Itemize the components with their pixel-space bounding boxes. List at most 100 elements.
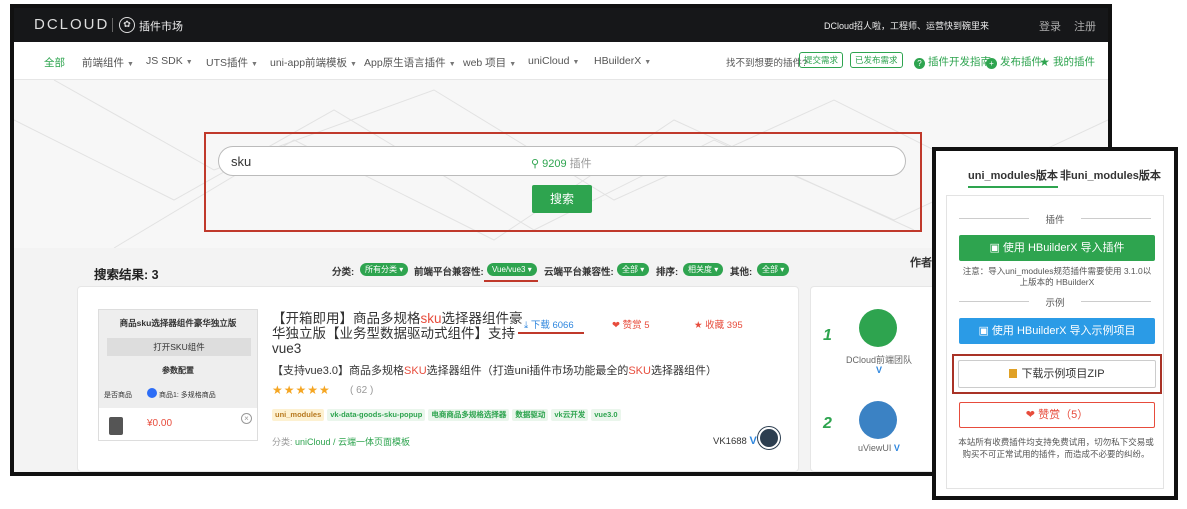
import-plugin-button[interactable]: ▣ 使用 HBuilderX 导入插件 xyxy=(959,235,1155,261)
login-link[interactable]: 登录 xyxy=(1039,18,1061,34)
plugin-market-icon: ✿ xyxy=(119,17,135,33)
dev-guide-link[interactable]: ? 插件开发指南 xyxy=(914,54,991,69)
nav-frontend-components[interactable]: 前端组件 ▼ xyxy=(82,55,134,70)
zip-icon xyxy=(1009,369,1018,378)
filter-sort-dropdown[interactable]: 相关度 ▾ xyxy=(683,263,724,276)
plugin-author[interactable]: VK1688 V xyxy=(713,435,757,447)
verified-icon: V xyxy=(749,435,757,447)
author-rank: 1 xyxy=(823,327,832,344)
nav-label: uni-app前端模板 xyxy=(270,57,348,69)
filter-cloud-label: 云端平台兼容性: xyxy=(544,267,614,278)
submit-need-button[interactable]: 提交需求 xyxy=(799,52,844,68)
plugin-thumbnail[interactable]: 商品sku选择器组件豪华独立版 打开SKU组件 参数配置 是否商品 商品1: 多… xyxy=(98,309,258,441)
close-icon: × xyxy=(241,413,252,424)
favorite-count[interactable]: ★ 收藏 395 xyxy=(694,317,743,331)
product-image-icon xyxy=(109,417,123,435)
plugin-count-number: 9209 xyxy=(542,158,567,170)
tag[interactable]: 电商商品多规格选择器 xyxy=(428,409,510,421)
author-logo[interactable] xyxy=(859,309,897,347)
filter-category-dropdown[interactable]: 所有分类 ▾ xyxy=(360,263,409,276)
nav-uniapp-templates[interactable]: uni-app前端模板 ▼ xyxy=(270,55,357,70)
title-part: 【开箱即用】商品多规格 xyxy=(272,311,421,326)
recruit-link[interactable]: DCloud招人啦，工程师、运营快到碗里来 xyxy=(824,19,989,32)
filter-frontend-dropdown[interactable]: Vue/vue3 ▾ xyxy=(487,263,537,276)
nav-label: web 项目 xyxy=(463,57,507,69)
my-plugins-link[interactable]: ★ 我的插件 xyxy=(1039,54,1095,69)
caret-down-icon: ▼ xyxy=(350,61,357,68)
filter-other-label: 其他: xyxy=(730,267,753,278)
heart-icon: ❤ xyxy=(612,320,620,331)
thumb-title: 商品sku选择器组件豪华独立版 xyxy=(119,318,237,328)
filter-value: 全部 xyxy=(762,265,778,274)
nav-unicloud[interactable]: uniCloud ▼ xyxy=(528,55,579,67)
download-icon: ⤓ xyxy=(524,320,529,331)
results-count: 搜索结果: 3 xyxy=(94,268,159,282)
tag[interactable]: vue3.0 xyxy=(591,409,621,421)
nav-label: JS SDK xyxy=(146,55,183,67)
nav-hbuilderx[interactable]: HBuilderX ▼ xyxy=(594,55,651,67)
star-icon: ★ xyxy=(1039,55,1050,69)
dcloud-logo[interactable]: DCLOUD xyxy=(34,16,109,33)
nav-web-projects[interactable]: web 项目 ▼ xyxy=(463,55,516,70)
thumb-open-button: 打开SKU组件 xyxy=(107,338,251,356)
nav-label: 前端组件 xyxy=(82,57,124,69)
desc-highlight: SKU xyxy=(628,365,651,377)
star-icon: ★ xyxy=(694,320,703,331)
category-link[interactable]: uniCloud / 云端一体页面模板 xyxy=(295,437,410,447)
plugin-description: 【支持vue3.0】商品多规格SKU选择器组件（打造uni插件市场功能最全的SK… xyxy=(272,362,717,378)
tag[interactable]: uni_modules xyxy=(272,409,325,421)
rating-stars: ★★★★★ xyxy=(272,383,331,397)
tab-uni-modules[interactable]: uni_modules版本 xyxy=(968,167,1058,188)
thumb-config: 参数配置 xyxy=(162,366,194,375)
import-example-button[interactable]: ▣ 使用 HBuilderX 导入示例项目 xyxy=(959,318,1155,344)
tab-non-uni-modules[interactable]: 非uni_modules版本 xyxy=(1060,167,1161,183)
search-annotation-frame: sku ⚲ 9209 插件 搜索 xyxy=(204,132,922,232)
dev-guide-label: 插件开发指南 xyxy=(928,56,991,68)
caret-down-icon: ▼ xyxy=(251,61,258,68)
heart-icon: ❤ xyxy=(1025,409,1036,421)
tag[interactable]: 数据驱动 xyxy=(512,409,549,421)
publish-plugin-link[interactable]: + 发布插件 xyxy=(986,54,1042,69)
thumb-price: ¥0.00 xyxy=(147,418,173,429)
nav-uts-plugins[interactable]: UTS插件 ▼ xyxy=(206,55,258,70)
nav-js-sdk[interactable]: JS SDK ▼ xyxy=(146,55,193,67)
download-zip-button[interactable]: 下载示例项目ZIP xyxy=(958,360,1156,388)
search-button[interactable]: 搜索 xyxy=(532,185,592,213)
tag[interactable]: vk-data-goods-sku-popup xyxy=(327,409,426,421)
nav-all[interactable]: 全部 xyxy=(44,55,65,70)
nav-native-plugins[interactable]: App原生语言插件 ▼ xyxy=(364,55,456,70)
register-link[interactable]: 注册 xyxy=(1074,18,1096,34)
desc-highlight: SKU xyxy=(404,365,427,377)
download-count[interactable]: ⤓ 下载 6066 xyxy=(524,317,574,331)
plugin-market-title[interactable]: 插件市场 xyxy=(139,18,183,34)
reward-button[interactable]: ❤ 赞赏（5） xyxy=(959,402,1155,428)
caret-down-icon: ▼ xyxy=(185,59,193,66)
title-highlight: sku xyxy=(420,311,442,326)
author-list-label: uViewUI xyxy=(858,443,892,453)
author-logo[interactable] xyxy=(859,401,897,439)
question-icon: ? xyxy=(914,58,925,69)
filter-cloud-dropdown[interactable]: 全部 ▾ xyxy=(617,263,650,276)
category-label: 分类: xyxy=(272,437,293,447)
author-list-name[interactable]: uViewUI V xyxy=(839,443,919,453)
plugin-card[interactable]: 商品sku选择器组件豪华独立版 打开SKU组件 参数配置 是否商品 商品1: 多… xyxy=(77,286,799,472)
author-avatar[interactable] xyxy=(758,427,780,449)
plugin-title[interactable]: 【开箱即用】商品多规格sku选择器组件豪华独立版【业务型数据驱动式组件】支持vu… xyxy=(272,311,524,356)
top-bar: DCLOUD ✿ 插件市场 DCloud招人啦，工程师、运营快到碗里来 登录 注… xyxy=(14,8,1108,42)
author-rank: 2 xyxy=(823,415,832,432)
like-count[interactable]: ❤ 赞赏 5 xyxy=(612,317,650,331)
install-options: 插件 ▣ 使用 HBuilderX 导入插件 注意：导入uni_modules规… xyxy=(946,195,1164,489)
trial-footnote: 本站所有收费插件均支持免费试用，切勿私下交易或购买不可正常试用的插件，而造成不必… xyxy=(958,437,1154,459)
published-need-button[interactable]: 已发布需求 xyxy=(850,52,903,68)
thumb-bottom-bar: ¥0.00 × xyxy=(99,408,257,440)
tag[interactable]: vk云开发 xyxy=(551,409,589,421)
plugin-section-label: 插件 xyxy=(947,212,1163,226)
filter-other-dropdown[interactable]: 全部 ▾ xyxy=(757,263,790,276)
favorite-label: 收藏 395 xyxy=(705,320,743,331)
download-annotation-underline xyxy=(518,332,584,334)
plus-icon: + xyxy=(986,58,997,69)
search-input[interactable]: sku ⚲ 9209 插件 xyxy=(218,146,906,176)
verified-icon: V xyxy=(893,443,900,453)
import-example-label: 使用 HBuilderX 导入示例项目 xyxy=(991,325,1136,337)
caret-down-icon: ▼ xyxy=(448,61,456,68)
